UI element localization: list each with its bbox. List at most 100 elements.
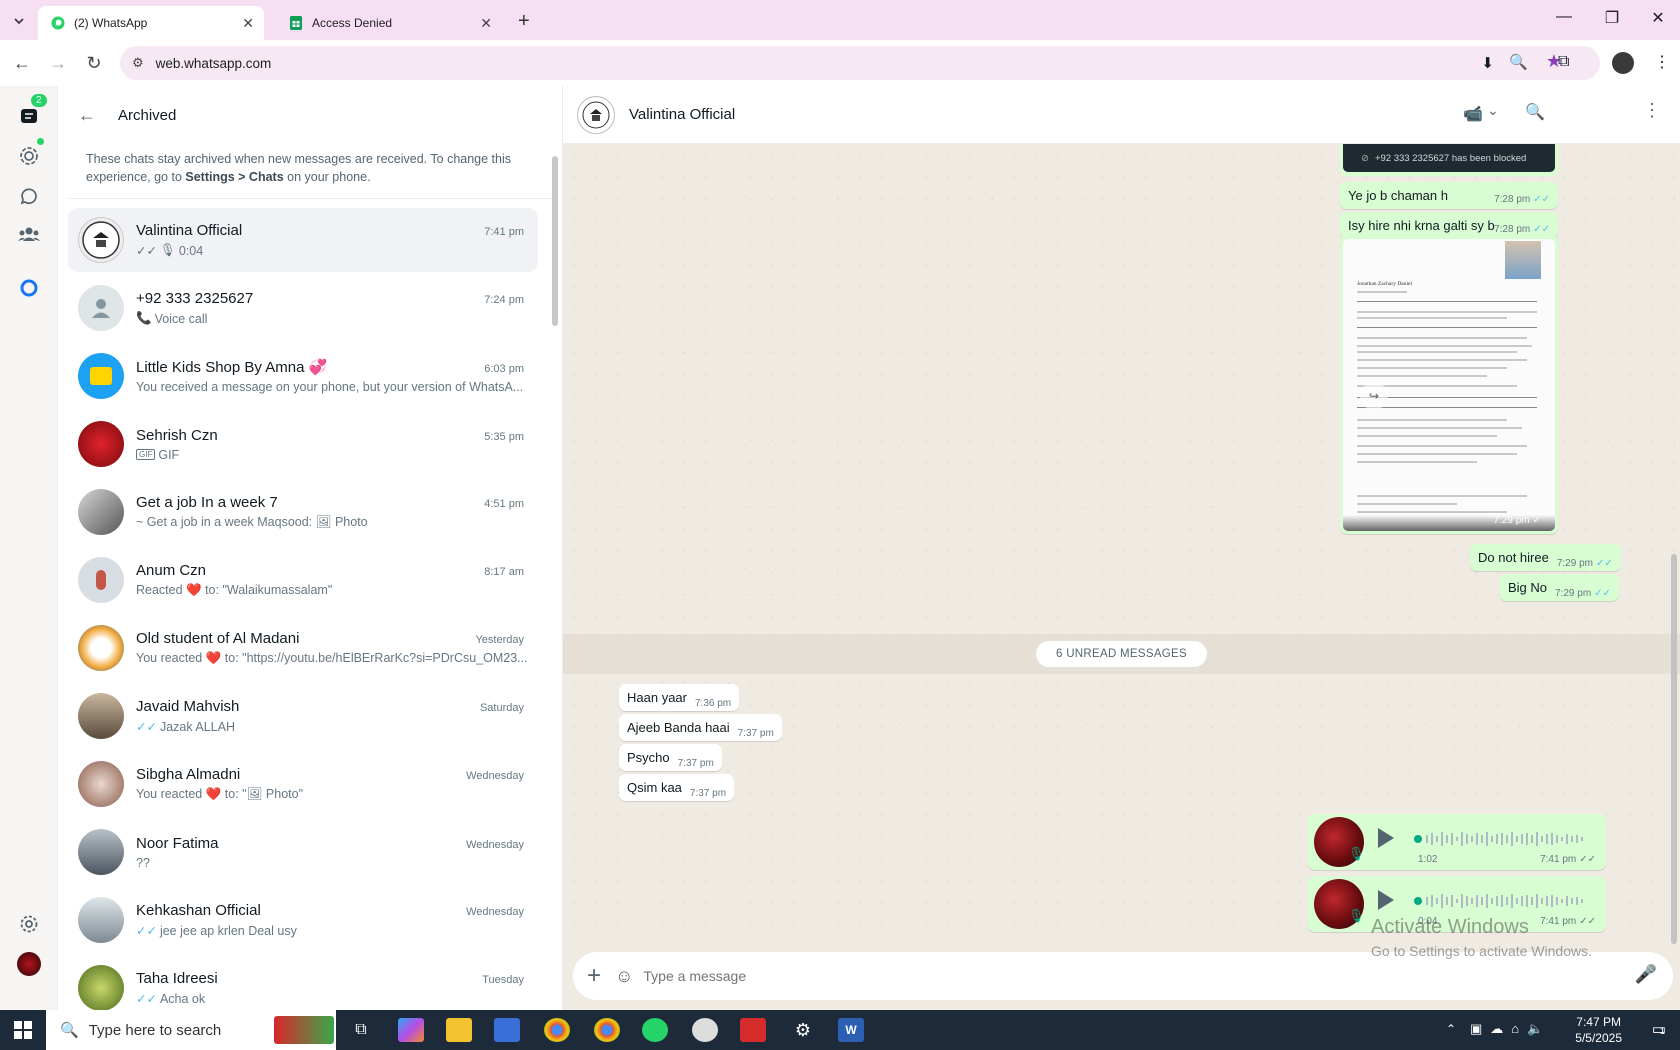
message-bubble[interactable]: Qsim kaa 7:37 pm xyxy=(619,774,735,801)
chat-preview: ✓✓ 🎙 0:04 xyxy=(136,243,536,258)
chat-list-scrollbar[interactable] xyxy=(552,156,558,326)
app-icon[interactable] xyxy=(494,1018,520,1042)
contact-name: Valintina Official xyxy=(629,106,736,123)
url-omnibox[interactable]: ⚙ web.whatsapp.com ⬇ 🔍 ★ xyxy=(120,46,1600,80)
settings-gear-icon[interactable] xyxy=(17,912,41,936)
message-bubble[interactable]: Do not hiree 7:29 pm ✓✓ xyxy=(1470,544,1621,571)
search-icon[interactable]: 🔍 xyxy=(1525,102,1545,122)
chrome-active-icon[interactable] xyxy=(594,1018,620,1042)
chat-preview: Reacted ❤️ to: "Walaikumassalam" xyxy=(136,583,536,598)
chat-row[interactable]: +92 333 2325627 7:24 pm 📞 Voice call xyxy=(68,276,538,340)
video-call-icon[interactable]: 📹 xyxy=(1463,104,1483,124)
message-bubble[interactable]: Haan yaar 7:36 pm xyxy=(619,684,740,711)
acrobat-icon[interactable] xyxy=(740,1018,766,1042)
zoom-icon[interactable]: 🔍 xyxy=(1509,53,1528,71)
blocked-note: +92 333 2325627 has been blocked xyxy=(1374,152,1527,164)
chat-row[interactable]: Sibgha Almadni Wednesday You reacted ❤️ t… xyxy=(68,752,538,816)
minimize-icon[interactable]: — xyxy=(1552,8,1576,26)
chat-row[interactable]: Sehrish Czn 5:35 pm GIF GIF xyxy=(68,412,538,476)
message-input[interactable] xyxy=(643,968,1544,984)
tab-whatsapp[interactable]: (2) WhatsApp ✕ xyxy=(38,6,264,40)
whatsapp-favicon-icon xyxy=(50,15,66,31)
copilot-icon[interactable] xyxy=(398,1018,424,1042)
chevron-down-icon[interactable]: ⌄ xyxy=(1487,102,1499,119)
chat-row[interactable]: Kehkashan Official Wednesday ✓✓ jee jee ap… xyxy=(68,888,538,952)
avatar xyxy=(78,761,124,807)
meta-ai-icon[interactable] xyxy=(17,276,41,300)
emoji-sticker-icon[interactable]: ☺ xyxy=(615,966,633,987)
message-bubble[interactable]: Ajeeb Banda haai 7:37 pm xyxy=(619,714,782,741)
extensions-icon[interactable]: ⧉ xyxy=(1558,53,1569,71)
profile-avatar[interactable] xyxy=(17,952,41,976)
chat-row[interactable]: Noor Fatima Wednesday ?? xyxy=(68,820,538,884)
status-icon[interactable] xyxy=(17,138,44,168)
back-arrow-icon[interactable]: ← xyxy=(6,47,38,79)
contact-avatar[interactable] xyxy=(577,95,615,134)
chat-preview: You reacted ❤️ to: "🖼 Photo" xyxy=(136,787,536,802)
tray-icons[interactable]: ▣☁⌂🔈 xyxy=(1470,1021,1551,1037)
taskbar-clock[interactable]: 7:47 PM 5/5/2025 xyxy=(1575,1014,1622,1046)
tray-chevron-icon[interactable]: ⌃ xyxy=(1446,1022,1456,1036)
play-icon[interactable] xyxy=(1378,890,1394,910)
chats-icon[interactable]: 2 xyxy=(17,94,47,128)
blocked-media-bubble[interactable]: ⊘ +92 333 2325627 has been blocked xyxy=(1340,144,1558,176)
chats-unread-badge: 2 xyxy=(31,94,47,107)
info-text-link: Settings > Chats xyxy=(185,170,284,184)
message-bubble[interactable]: Isy hire nhi krna galti sy b 7:28 pm ✓✓ xyxy=(1340,212,1558,239)
read-ticks-icon: ✓✓ xyxy=(1533,224,1550,235)
menu-dots-icon[interactable]: ⋮ xyxy=(1643,100,1661,121)
message-bubble[interactable]: Big No 7:29 pm ✓✓ xyxy=(1500,574,1619,601)
play-icon[interactable] xyxy=(1378,828,1394,848)
back-arrow-icon[interactable]: ← xyxy=(78,105,96,126)
microphone-icon[interactable]: 🎤 xyxy=(1635,964,1657,985)
forward-icon[interactable]: ↪ xyxy=(1360,382,1388,410)
message-bubble[interactable]: Ye jo b chaman h 7:28 pm ✓✓ xyxy=(1340,182,1558,209)
file-explorer-icon[interactable] xyxy=(446,1018,472,1042)
restore-icon[interactable]: ❐ xyxy=(1600,8,1624,28)
conversation-header[interactable]: Valintina Official 📹 ⌄ 🔍 ⋮ xyxy=(563,86,1680,144)
chat-name: Valintina Official xyxy=(136,222,243,239)
tab-close-icon[interactable]: ✕ xyxy=(242,15,254,32)
gif-icon: GIF xyxy=(136,449,156,460)
chat-time: 4:51 pm xyxy=(484,498,524,510)
install-app-icon[interactable]: ⬇ xyxy=(1481,54,1494,72)
channels-icon[interactable] xyxy=(17,184,41,208)
app-icon[interactable] xyxy=(692,1018,718,1042)
waveform[interactable] xyxy=(1414,892,1592,910)
chat-row[interactable]: Old student of Al Madani Yesterday You re… xyxy=(68,616,538,680)
chat-row[interactable]: Anum Czn 8:17 am Reacted ❤️ to: "Walaikum… xyxy=(68,548,538,612)
chat-row[interactable]: Valintina Official 7:41 pm ✓✓ 🎙 0:04 xyxy=(68,208,538,272)
attach-plus-icon[interactable]: + xyxy=(587,962,601,990)
message-area-scrollbar[interactable] xyxy=(1671,554,1677,944)
window-close-icon[interactable]: ✕ xyxy=(1646,8,1670,28)
message-bubble[interactable]: Psycho 7:37 pm xyxy=(619,744,722,771)
windows-start-icon[interactable] xyxy=(14,1021,32,1039)
settings-gear-icon[interactable]: ⚙ xyxy=(790,1018,816,1042)
waveform[interactable] xyxy=(1414,830,1592,848)
word-icon[interactable]: W xyxy=(838,1018,864,1042)
tab-access-denied[interactable]: Access Denied ✕ xyxy=(276,6,502,40)
voice-message[interactable]: 🎙 1:02 7:41 pm ✓✓ xyxy=(1308,814,1606,870)
notification-icon[interactable]: ▭ 1 xyxy=(1652,1020,1666,1038)
chat-preview: You received a message on your phone, bu… xyxy=(136,380,536,394)
taskbar-search[interactable]: 🔍 Type here to search xyxy=(46,1010,336,1050)
task-view-icon[interactable]: ⧉ xyxy=(348,1018,374,1042)
chrome-icon[interactable] xyxy=(544,1018,570,1042)
browser-menu-icon[interactable]: ⋮ xyxy=(1654,52,1670,72)
chat-row[interactable]: Javaid Mahvish Saturday ✓✓ Jazak ALLAH xyxy=(68,684,538,748)
tab-search-chevron-icon[interactable] xyxy=(8,10,30,32)
tab-close-icon[interactable]: ✕ xyxy=(480,15,492,32)
chat-row[interactable]: Get a job In a week 7 4:51 pm ~ Get a job… xyxy=(68,480,538,544)
reload-icon[interactable]: ↻ xyxy=(78,47,110,79)
whatsapp-icon[interactable] xyxy=(642,1018,668,1042)
new-tab-plus-icon[interactable]: + xyxy=(518,10,530,33)
chat-row[interactable]: Taha Idreesi Tuesday ✓✓ Acha ok xyxy=(68,956,538,1010)
forward-arrow-icon[interactable]: → xyxy=(42,47,74,79)
blocked-icon: ⊘ xyxy=(1361,152,1369,164)
site-settings-icon[interactable]: ⚙ xyxy=(132,55,144,71)
profile-avatar[interactable] xyxy=(1612,52,1634,74)
search-icon: 🔍 xyxy=(60,1022,79,1039)
chat-row[interactable]: Little Kids Shop By Amna 💞 6:03 pm You re… xyxy=(68,344,538,408)
message-time: 7:29 pm xyxy=(1556,558,1593,569)
communities-icon[interactable] xyxy=(17,222,41,246)
